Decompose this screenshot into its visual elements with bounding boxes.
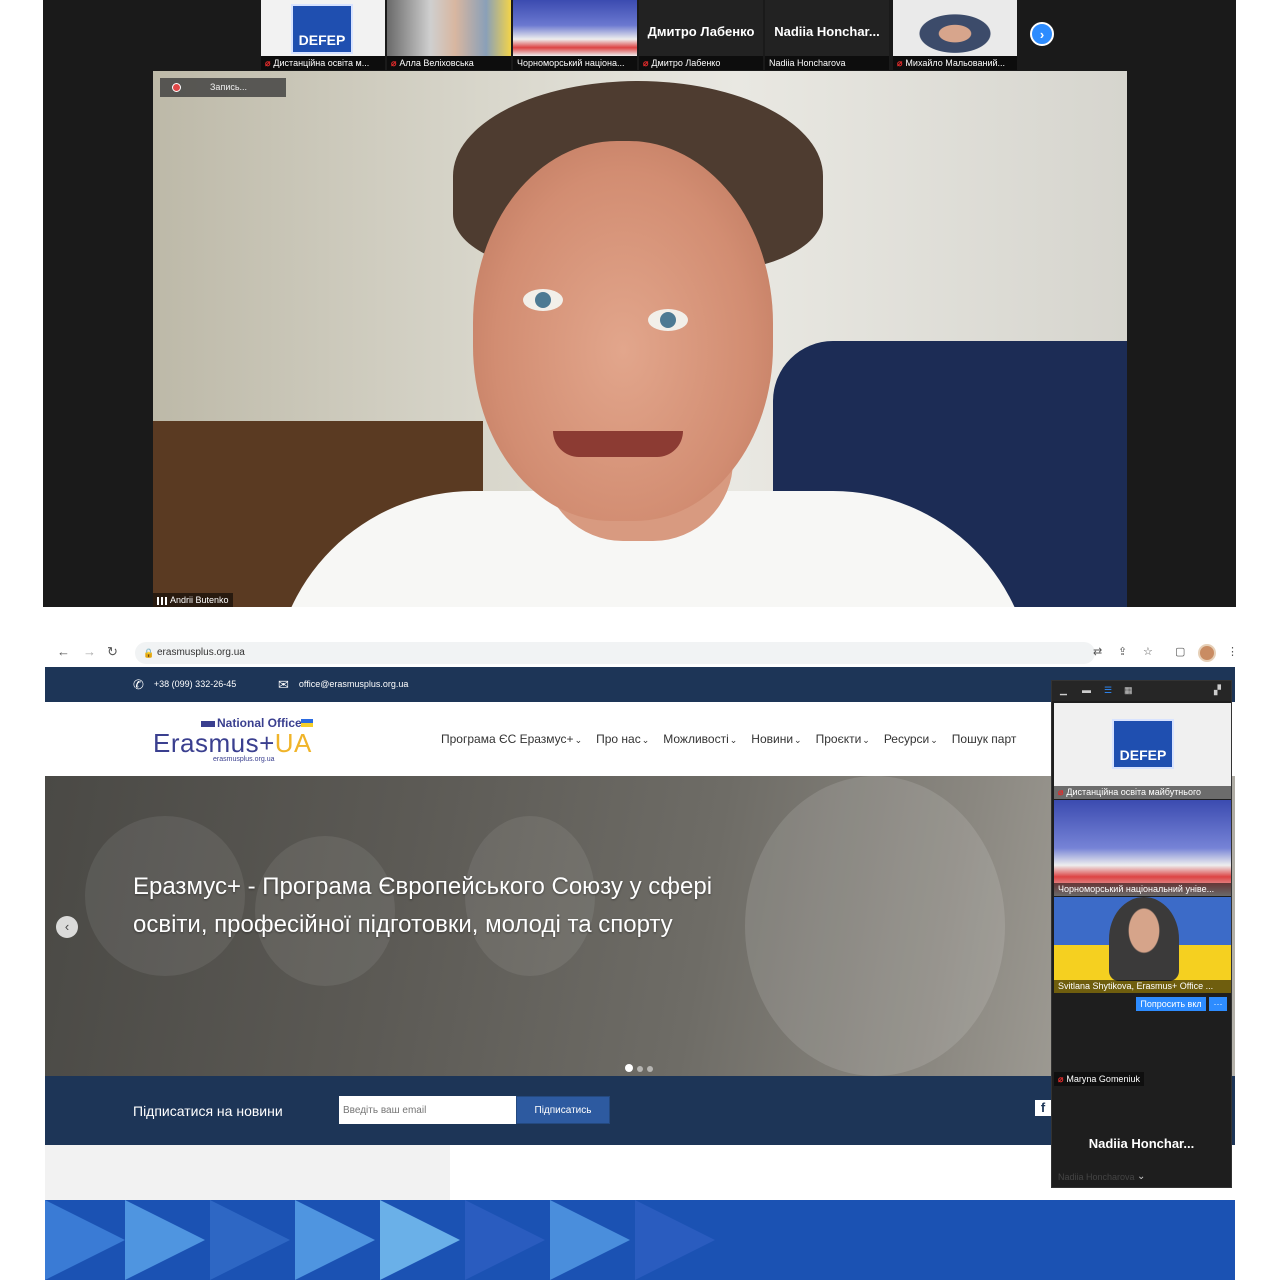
participant-big-label: Nadiia Honchar... bbox=[774, 24, 880, 39]
zoom-meeting-window: DEFEP ⌀ Дистанційна освіта м... ⌀ Алла Вел… bbox=[43, 0, 1236, 607]
participant-name: Алла Веліховська bbox=[399, 58, 474, 68]
muted-mic-icon: ⌀ bbox=[1058, 787, 1064, 797]
menu-item-resources[interactable]: Ресурси bbox=[884, 732, 938, 746]
speaker-name-label: Andrii Butenko bbox=[153, 593, 233, 607]
grid-view-icon[interactable]: ▦ bbox=[1124, 685, 1133, 696]
subscribe-button[interactable]: Підписатись bbox=[516, 1096, 610, 1124]
bookmark-star-icon[interactable]: ☆ bbox=[1143, 645, 1153, 658]
erasmus-logo[interactable]: National Office Erasmus+UA erasmusplus.o… bbox=[153, 716, 353, 764]
chevron-left-icon: ‹ bbox=[64, 919, 70, 934]
ukraine-flag-icon bbox=[301, 719, 313, 727]
chevron-down-icon[interactable]: ⌄ bbox=[1137, 1171, 1145, 1182]
panel-big-name: Nadiia Honchar... bbox=[1088, 1136, 1195, 1151]
muted-mic-icon: ⌀ bbox=[643, 58, 649, 68]
strip-view-icon[interactable]: ▬ bbox=[1082, 685, 1091, 695]
phone-icon: ✆ bbox=[133, 677, 144, 693]
slider-dot[interactable] bbox=[647, 1066, 653, 1072]
phone-contact[interactable]: ✆ +38 (099) 332-26-45 bbox=[133, 667, 236, 702]
hero-title: Еразмус+ - Програма Європейського Союзу … bbox=[133, 873, 713, 938]
menu-item-about[interactable]: Про нас bbox=[596, 732, 649, 746]
translate-icon[interactable]: ⇄ bbox=[1093, 645, 1102, 658]
participant-name: Чорноморський націона... bbox=[517, 58, 625, 68]
panel-participant-tile[interactable]: Svitlana Shytikova, Erasmus+ Office ... bbox=[1054, 897, 1231, 993]
email-input[interactable] bbox=[339, 1096, 516, 1124]
menu-item-programme[interactable]: Програма ЄС Еразмус+ bbox=[441, 732, 582, 746]
chevron-right-icon: › bbox=[1039, 26, 1045, 42]
muted-mic-icon: ⌀ bbox=[1058, 1074, 1064, 1084]
panel-participant-tile[interactable]: Чорноморський національний уніве... bbox=[1054, 800, 1231, 896]
participant-name: Maryna Gomeniuk bbox=[1066, 1074, 1140, 1084]
address-bar-row: ← → ↻ 🔒 erasmusplus.org.ua ⇄ ⇪ ☆ ▢ ⋮ bbox=[45, 640, 1240, 667]
faded-name-label: Nadiia Honcharova bbox=[1058, 1172, 1135, 1182]
back-icon[interactable]: ← bbox=[57, 644, 70, 659]
signal-strength-icon bbox=[157, 596, 167, 605]
zoom-mini-panel: ▁ ▬ ☰ ▦ ▞ DEFEP ⌀ Дистанційна освіта майб… bbox=[1051, 680, 1232, 1188]
participant-tile[interactable]: Дмитро Лабенко ⌀ Дмитро Лабенко bbox=[639, 0, 763, 70]
content-placeholder bbox=[45, 1145, 450, 1200]
menu-item-projects[interactable]: Проєкти bbox=[816, 732, 870, 746]
ask-to-unmute-button[interactable]: Попросить вкл bbox=[1136, 997, 1206, 1011]
participant-name: Svitlana Shytikova, Erasmus+ Office ... bbox=[1058, 981, 1214, 991]
participant-big-label: Дмитро Лабенко bbox=[647, 24, 755, 39]
sidepanel-icon[interactable]: ▢ bbox=[1175, 645, 1185, 658]
menu-item-partner-search[interactable]: Пошук парт bbox=[952, 732, 1018, 746]
lock-icon: 🔒 bbox=[143, 648, 155, 658]
panel-participant-tile[interactable]: DEFEP ⌀ Дистанційна освіта майбутнього bbox=[1054, 703, 1231, 799]
facebook-icon[interactable]: f bbox=[1035, 1100, 1051, 1116]
defep-logo: DEFEP bbox=[291, 4, 353, 54]
slider-prev-button[interactable]: ‹ bbox=[56, 916, 78, 938]
share-icon[interactable]: ⇪ bbox=[1118, 645, 1127, 658]
participant-name: Дмитро Лабенко bbox=[651, 58, 721, 68]
participant-strip: DEFEP ⌀ Дистанційна освіта м... ⌀ Алла Вел… bbox=[43, 0, 1236, 70]
participant-name: Михайло Мальований... bbox=[905, 58, 1005, 68]
participant-tile[interactable]: ⌀ Михайло Мальований... bbox=[893, 0, 1017, 70]
panel-toolbar: ▁ ▬ ☰ ▦ ▞ bbox=[1052, 681, 1231, 701]
menu-item-news[interactable]: Новини bbox=[751, 732, 801, 746]
forward-icon[interactable]: → bbox=[83, 644, 96, 659]
more-options-button[interactable]: ··· bbox=[1209, 997, 1227, 1011]
muted-mic-icon: ⌀ bbox=[391, 58, 397, 68]
slider-dot[interactable] bbox=[625, 1064, 633, 1072]
layout-icon[interactable]: ▞ bbox=[1214, 685, 1221, 696]
slider-dot[interactable] bbox=[637, 1066, 643, 1072]
participant-name-row: ⌀ Maryna Gomeniuk bbox=[1054, 1072, 1144, 1086]
menu-item-opportunities[interactable]: Можливості bbox=[663, 732, 737, 746]
participant-tile[interactable]: Чорноморський націона... bbox=[513, 0, 637, 70]
participant-video bbox=[513, 0, 637, 56]
profile-avatar[interactable] bbox=[1198, 644, 1216, 662]
active-speaker-video: Запись... Andrii Butenko bbox=[153, 71, 1127, 607]
participant-name: Дистанційна освіта м... bbox=[273, 58, 370, 68]
slider-dots bbox=[625, 1059, 657, 1076]
record-icon bbox=[172, 83, 181, 92]
url-field[interactable]: 🔒 erasmusplus.org.ua bbox=[135, 642, 1095, 664]
decorative-chevron-banner bbox=[45, 1200, 1235, 1280]
more-menu-icon[interactable]: ⋮ bbox=[1227, 645, 1238, 658]
recording-badge[interactable]: Запись... bbox=[160, 78, 286, 97]
participant-video bbox=[893, 0, 1017, 56]
muted-mic-icon: ⌀ bbox=[265, 58, 271, 68]
participant-video bbox=[387, 0, 511, 56]
speaker-view-icon[interactable]: ☰ bbox=[1104, 685, 1112, 696]
participant-name: Чорноморський національний уніве... bbox=[1058, 884, 1215, 894]
minimize-icon[interactable]: ▁ bbox=[1060, 685, 1067, 696]
participant-tile[interactable]: Nadiia Honchar... Nadiia Honcharova bbox=[765, 0, 889, 70]
reload-icon[interactable]: ↻ bbox=[107, 644, 118, 660]
participant-tile[interactable]: DEFEP ⌀ Дистанційна освіта м... bbox=[261, 0, 385, 70]
main-menu: Програма ЄС Еразмус+ Про нас Можливості Нов… bbox=[441, 732, 1031, 746]
participant-video: DEFEP bbox=[261, 0, 385, 56]
participant-tile[interactable]: ⌀ Алла Веліховська bbox=[387, 0, 511, 70]
newsletter-label: Підписатися на новини bbox=[133, 1103, 283, 1119]
email-contact[interactable]: ✉ office@erasmusplus.org.ua bbox=[278, 667, 408, 702]
participant-name: Nadiia Honcharova bbox=[769, 58, 846, 68]
participant-name: Дистанційна освіта майбутнього bbox=[1066, 787, 1202, 797]
defep-logo: DEFEP bbox=[1112, 719, 1174, 769]
next-page-button[interactable]: › bbox=[1030, 22, 1054, 46]
muted-mic-icon: ⌀ bbox=[897, 58, 903, 68]
mail-icon: ✉ bbox=[278, 677, 289, 693]
